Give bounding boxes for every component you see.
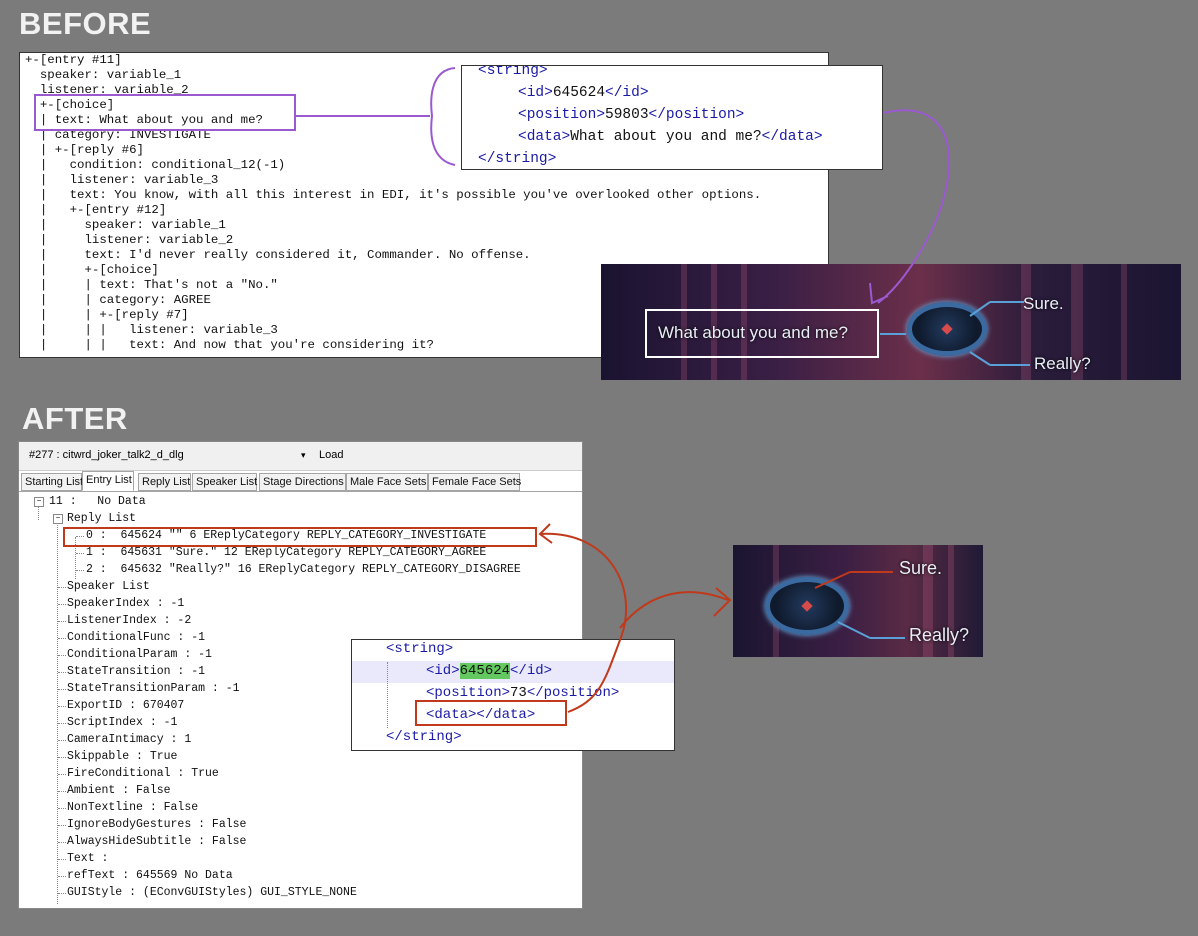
entry-property[interactable]: ConditionalParam : -1 (67, 646, 212, 663)
entry-property[interactable]: ConditionalFunc : -1 (67, 629, 205, 646)
entry-property[interactable]: FireConditional : True (67, 765, 219, 782)
before-tree-line: | +-[entry #12] (25, 203, 167, 217)
before-tree-line: | listener: variable_2 (25, 233, 234, 247)
xml-id-value: 645624 (552, 85, 606, 101)
xml-string-open: <string> (386, 641, 454, 657)
dialogue-wheel-icon (765, 577, 849, 635)
xml-position-open: <position> (518, 107, 606, 123)
xml-data-open: <data> (518, 129, 571, 145)
entry-property[interactable]: StateTransition : -1 (67, 663, 205, 680)
reply-highlight-box (63, 527, 537, 547)
after-heading: AFTER (22, 401, 128, 436)
collapse-icon[interactable]: − (53, 514, 63, 524)
before-tree-line: | text: You know, with all this interest… (25, 188, 762, 202)
before-tree-line: | listener: variable_3 (25, 173, 219, 187)
xml-data-close: </data> (761, 129, 823, 145)
entry-property[interactable]: AlwaysHideSubtitle : False (67, 833, 246, 850)
xml-id-value: 645624 (459, 663, 511, 679)
entry-property[interactable]: GUIStyle : (EConvGUIStyles) GUI_STYLE_NO… (67, 884, 357, 901)
chevron-down-icon[interactable]: ▾ (301, 447, 306, 464)
game-option-top: Sure. (1023, 294, 1064, 313)
red-arrowhead-right (713, 587, 732, 617)
before-heading: BEFORE (19, 6, 152, 41)
xml-position-value: 59803 (605, 107, 649, 123)
editor-toolbar: #277 : citwrd_joker_talk2_d_dlg ▾ Load (19, 442, 582, 471)
tab-entry-list[interactable]: Entry List (82, 471, 134, 491)
before-tree-line: | speaker: variable_1 (25, 218, 226, 232)
dialogue-select-combo[interactable]: #277 : citwrd_joker_talk2_d_dlg (23, 447, 319, 464)
xml-string-close: </string> (386, 729, 462, 745)
tab-male-face-sets[interactable]: Male Face Sets (346, 473, 428, 491)
entry-property[interactable]: Ambient : False (67, 782, 171, 799)
xml-id-open: <id> (518, 85, 553, 101)
dialogue-wheel-icon (907, 302, 987, 356)
entry-property[interactable]: StateTransitionParam : -1 (67, 680, 240, 697)
xml-string-open: <string> (478, 65, 548, 79)
before-tree-line: | text: I'd never really considered it, … (25, 248, 531, 262)
entry-property[interactable]: ExportID : 670407 (67, 697, 184, 714)
tree-root-entry[interactable]: 11 : No Data (49, 493, 146, 510)
entry-property[interactable]: refText : 645569 No Data (67, 867, 233, 884)
load-button[interactable]: Load (319, 447, 343, 464)
before-game-screenshot: What about you and me? Sure. Really? (601, 264, 1181, 380)
reply-list-node[interactable]: Reply List (67, 510, 136, 527)
game-option-bottom: Really? (909, 625, 970, 645)
xml-position-close: </position> (648, 107, 745, 123)
entry-property[interactable]: IgnoreBodyGestures : False (67, 816, 246, 833)
red-curved-arrow-right (619, 591, 729, 629)
entry-property[interactable]: Text : (67, 850, 108, 867)
game-option-top: Sure. (899, 558, 943, 578)
xml-position-close: </position> (526, 685, 620, 701)
entry-property[interactable]: CameraIntimacy : 1 (67, 731, 191, 748)
tab-stage-directions[interactable]: Stage Directions (259, 473, 346, 491)
entry-property[interactable]: NonTextline : False (67, 799, 198, 816)
tab-speaker-list[interactable]: Speaker List (192, 473, 257, 491)
game-prompt-text: What about you and me? (658, 323, 848, 342)
xml-data-value: What about you and me? (570, 129, 762, 145)
game-option-bottom: Really? (1034, 354, 1091, 373)
entry-property[interactable]: ScriptIndex : -1 (67, 714, 177, 731)
xml-id-close: </id> (605, 85, 649, 101)
reply-list-item[interactable]: 2 : 645632 "Really?" 16 EReplyCategory R… (86, 561, 521, 578)
entry-property[interactable]: SpeakerIndex : -1 (67, 595, 184, 612)
tab-starting-list[interactable]: Starting List (21, 473, 83, 491)
xml-position-open: <position> (426, 685, 511, 701)
xml-id-open: <id> (426, 663, 460, 679)
data-highlight-box (415, 700, 567, 726)
xml-position-value: 73 (510, 685, 527, 701)
xml-id-close: </id> (510, 663, 553, 679)
collapse-icon[interactable]: − (34, 497, 44, 507)
entry-property[interactable]: ListenerIndex : -2 (67, 612, 191, 629)
xml-string-close: </string> (478, 151, 557, 167)
after-game-screenshot: Sure. Really? (733, 545, 983, 657)
entry-property[interactable]: Speaker List (67, 578, 150, 595)
before-xml-panel: <string> <id>645624</id> <position>59803… (461, 65, 883, 170)
tab-reply-list[interactable]: Reply List (138, 473, 191, 491)
tab-female-face-sets[interactable]: Female Face Sets (428, 473, 521, 491)
after-xml-panel: <string> <id>645624</id> <position>73</p… (351, 639, 675, 751)
entry-property[interactable]: Skippable : True (67, 748, 177, 765)
